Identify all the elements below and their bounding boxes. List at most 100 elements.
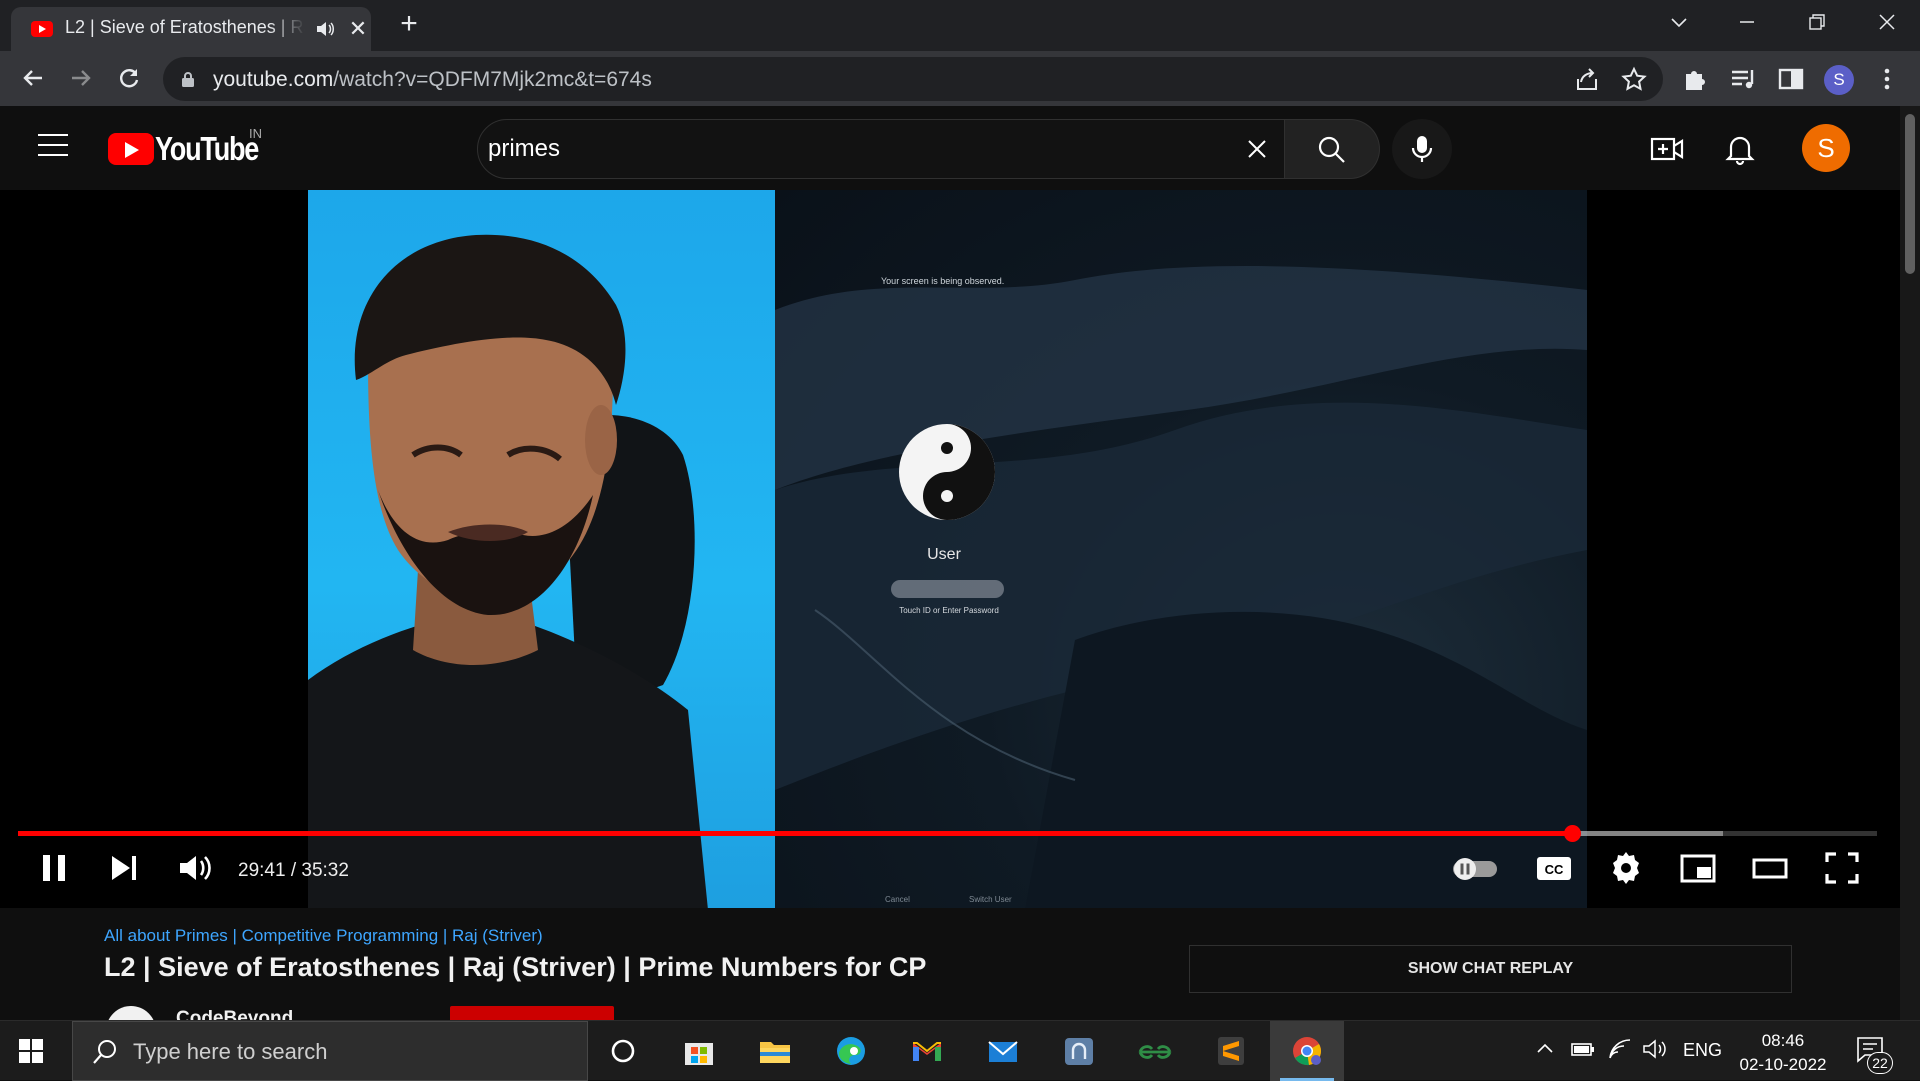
yin-yang-avatar-icon (899, 424, 995, 520)
address-bar[interactable]: youtube.com/watch?v=QDFM7Mjk2mc&t=674s (163, 57, 1663, 101)
taskbar-app-geeksforgeeks[interactable] (1118, 1021, 1192, 1081)
account-avatar[interactable]: S (1802, 124, 1850, 172)
autoplay-toggle-icon[interactable] (1447, 848, 1501, 888)
media-control-icon[interactable] (1728, 64, 1758, 94)
create-video-icon[interactable] (1649, 132, 1685, 166)
svg-text:CC: CC (1545, 862, 1564, 877)
windows-taskbar: Type here to search ENG 08:46 02-10-2022… (0, 1020, 1920, 1081)
notification-count-badge: 22 (1867, 1052, 1893, 1074)
lock-icon[interactable] (181, 71, 195, 87)
mail-envelope-icon (988, 1041, 1018, 1062)
tab-audio-playing-icon[interactable] (315, 20, 335, 38)
side-panel-icon[interactable] (1776, 64, 1806, 94)
edge-browser-icon (837, 1037, 865, 1065)
youtube-logo-text[interactable]: YouTube (155, 130, 259, 168)
tab-close-icon[interactable]: ✕ (345, 16, 371, 42)
taskbar-app-sublime-text[interactable] (1194, 1021, 1268, 1081)
taskbar-app-vpn[interactable] (1042, 1021, 1116, 1081)
fullscreen-icon[interactable] (1822, 848, 1862, 888)
settings-gear-icon[interactable] (1606, 848, 1646, 888)
password-hint: Touch ID or Enter Password (899, 606, 999, 615)
subtitles-cc-icon[interactable]: CC (1534, 848, 1574, 888)
close-window-icon[interactable] (1858, 6, 1914, 40)
password-field-image (891, 580, 1004, 598)
miniplayer-icon[interactable] (1678, 848, 1718, 888)
speaker-volume-icon[interactable] (1641, 1037, 1667, 1061)
url-path: /watch?v=QDFM7Mjk2mc&t=674s (333, 68, 652, 91)
taskbar-app-gmail[interactable] (890, 1021, 964, 1081)
browser-tab[interactable]: L2 | Sieve of Eratosthenes | Raj (Strive… (11, 7, 371, 51)
url-text[interactable]: youtube.com/watch?v=QDFM7Mjk2mc&t=674s (213, 68, 652, 92)
scrubber-handle[interactable] (1564, 825, 1582, 842)
subscribe-button[interactable] (450, 1006, 614, 1020)
taskbar-search-box[interactable]: Type here to search (72, 1021, 588, 1081)
playlist-link[interactable]: All about Primes | Competitive Programmi… (104, 926, 543, 946)
tab-title: L2 | Sieve of Eratosthenes | Raj (Strive… (65, 17, 305, 37)
reload-icon[interactable] (111, 60, 147, 96)
taskbar-app-file-explorer[interactable] (738, 1021, 812, 1081)
taskbar-search-placeholder: Type here to search (133, 1039, 328, 1064)
youtube-favicon-icon (31, 21, 53, 37)
tab-search-chevron-icon[interactable] (1651, 6, 1707, 40)
taskbar-app-edge[interactable] (814, 1021, 888, 1081)
vpn-app-icon (1065, 1038, 1093, 1065)
restore-icon[interactable] (1788, 6, 1844, 40)
wifi-icon[interactable] (1607, 1037, 1633, 1061)
task-view-button[interactable] (586, 1021, 660, 1081)
share-icon[interactable] (1573, 66, 1601, 94)
extensions-puzzle-icon[interactable] (1681, 64, 1711, 94)
bookmark-star-icon[interactable] (1620, 66, 1648, 94)
battery-icon[interactable] (1570, 1038, 1596, 1060)
search-icon (1318, 136, 1345, 163)
show-chat-replay-button[interactable]: SHOW CHAT REPLAY (1189, 945, 1792, 993)
forward-arrow-icon[interactable] (63, 60, 99, 96)
pause-icon[interactable] (34, 848, 74, 888)
video-player[interactable]: Your screen is being observed. User Touc… (0, 190, 1900, 908)
voice-search-button[interactable] (1392, 119, 1452, 179)
next-video-icon[interactable] (104, 848, 144, 888)
notifications-bell-icon[interactable] (1722, 132, 1758, 166)
chrome-browser-icon (1293, 1037, 1321, 1066)
microsoft-store-icon (685, 1043, 713, 1065)
channel-name[interactable]: CodeBeyond (176, 1008, 293, 1020)
taskbar-app-chrome[interactable] (1270, 1021, 1344, 1081)
search-button[interactable] (1285, 119, 1380, 179)
page-scrollbar[interactable] (1900, 106, 1920, 1021)
volume-icon[interactable] (174, 848, 214, 888)
video-info-section: All about Primes | Competitive Programmi… (0, 908, 1900, 1020)
microphone-icon (1411, 136, 1433, 162)
webcam-video-frame (308, 190, 775, 908)
language-indicator[interactable]: ENG (1683, 1040, 1722, 1061)
scrollbar-thumb[interactable] (1905, 114, 1915, 274)
windows-start-icon[interactable] (18, 1038, 44, 1064)
time-display: 29:41 / 35:32 (238, 860, 349, 881)
youtube-logo-icon[interactable] (108, 133, 154, 165)
minimize-icon[interactable] (1719, 6, 1775, 40)
progress-played (18, 831, 1573, 836)
sublime-text-icon (1218, 1037, 1244, 1065)
cortana-circle-icon (611, 1039, 635, 1063)
theater-mode-icon[interactable] (1750, 848, 1790, 888)
chrome-menu-icon[interactable] (1872, 64, 1902, 94)
lock-screen-username: User (927, 546, 961, 563)
taskbar-app-microsoft-store[interactable] (662, 1021, 736, 1081)
guide-menu-icon[interactable] (38, 134, 68, 158)
show-hidden-icons-chevron-icon[interactable] (1535, 1039, 1555, 1059)
clear-search-icon[interactable] (1242, 134, 1272, 164)
presenter-image (308, 234, 708, 908)
browser-tab-strip: L2 | Sieve of Eratosthenes | Raj (Strive… (0, 0, 1920, 51)
geeksforgeeks-icon (1138, 1045, 1172, 1059)
gmail-icon (913, 1042, 941, 1061)
channel-avatar[interactable] (106, 1006, 156, 1020)
search-input[interactable] (488, 120, 1188, 178)
new-tab-button[interactable]: + (392, 8, 426, 42)
chrome-profile-avatar[interactable]: S (1824, 65, 1854, 95)
lock-cancel-label: Cancel (885, 895, 910, 904)
back-arrow-icon[interactable] (15, 60, 51, 96)
browser-toolbar: youtube.com/watch?v=QDFM7Mjk2mc&t=674s S (0, 51, 1920, 106)
taskbar-app-mail[interactable] (966, 1021, 1040, 1081)
video-title: L2 | Sieve of Eratosthenes | Raj (Strive… (104, 952, 927, 982)
taskbar-clock[interactable]: 08:46 02-10-2022 (1733, 1029, 1833, 1077)
progress-bar[interactable] (18, 825, 1877, 842)
search-box (477, 119, 1285, 179)
